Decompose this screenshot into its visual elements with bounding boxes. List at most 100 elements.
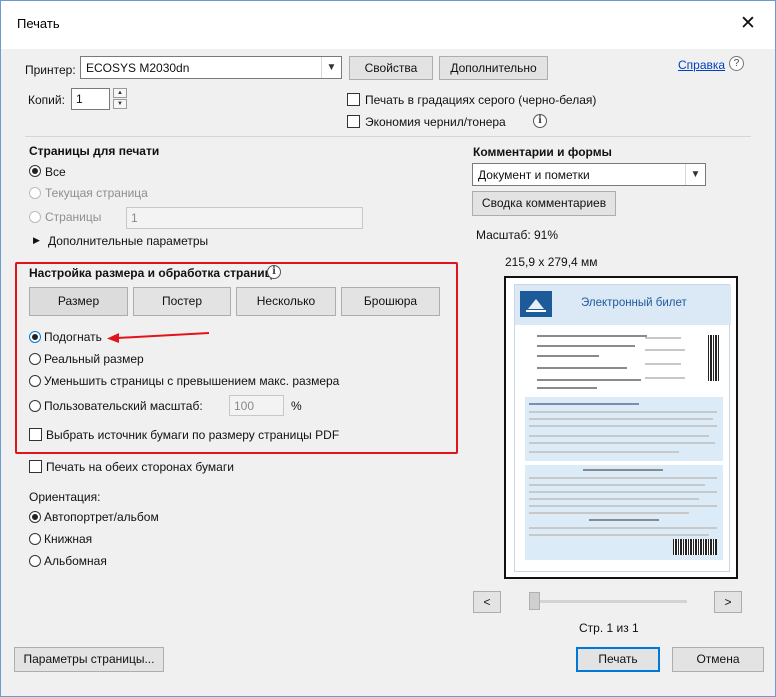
ticket-banner: Электронный билет (515, 285, 731, 325)
custom-scale-radio[interactable] (29, 400, 41, 412)
ticket-text-line (537, 335, 647, 337)
fit-radio[interactable] (29, 331, 41, 343)
pages-current-radio[interactable] (29, 187, 41, 199)
ticket-text-line (645, 363, 681, 365)
ticket-page: Электронный билет (514, 284, 731, 572)
ticket-text-line (537, 367, 627, 369)
paper-size-label: 215,9 x 279,4 мм (505, 255, 598, 269)
copies-label: Копий: (28, 93, 65, 107)
ticket-text-line (529, 491, 717, 493)
title-bar: Печать ✕ (1, 1, 775, 49)
duplex-label: Печать на обеих сторонах бумаги (46, 460, 234, 474)
red-arrow-annotation (107, 332, 210, 343)
more-options-label[interactable]: Дополнительные параметры (48, 234, 208, 248)
pages-current-label: Текущая страница (45, 186, 148, 200)
ticket-text-line (529, 498, 699, 500)
pages-range-radio[interactable] (29, 211, 41, 223)
question-circle-icon[interactable]: ? (729, 56, 744, 71)
ticket-text-line (529, 403, 639, 405)
chevron-down-icon: ▼ (685, 164, 705, 185)
grayscale-label: Печать в градациях серого (черно-белая) (365, 93, 597, 107)
next-page-button[interactable]: > (714, 591, 742, 613)
shrink-radio[interactable] (29, 375, 41, 387)
ticket-text-line (537, 379, 641, 381)
comments-heading: Комментарии и формы (473, 145, 612, 159)
copies-input[interactable]: 1 (71, 88, 110, 110)
orientation-heading: Ориентация: (29, 490, 101, 504)
tab-multiple[interactable]: Несколько (236, 287, 336, 316)
ticket-text-line (645, 337, 681, 339)
printer-select[interactable]: ECOSYS M2030dn ▼ (80, 56, 342, 79)
comments-summary-button[interactable]: Сводка комментариев (472, 191, 616, 216)
cancel-button[interactable]: Отмена (672, 647, 764, 672)
paper-source-checkbox[interactable] (29, 428, 42, 441)
print-button[interactable]: Печать (576, 647, 660, 672)
expand-triangle-icon[interactable]: ▶ (33, 235, 40, 246)
fit-label: Подогнать (44, 330, 102, 344)
tab-poster[interactable]: Постер (133, 287, 231, 316)
ticket-text-line (583, 469, 663, 471)
comments-select-value: Документ и пометки (478, 168, 590, 182)
orientation-landscape-radio[interactable] (29, 555, 41, 567)
printer-label: Принтер: (25, 63, 76, 77)
ticket-title: Электронный билет (581, 297, 687, 309)
custom-scale-label: Пользовательский масштаб: (44, 399, 203, 413)
pages-heading: Страницы для печати (29, 144, 160, 158)
pages-range-input[interactable]: 1 (126, 207, 363, 229)
info-icon[interactable]: i (533, 114, 547, 128)
percent-label: % (291, 399, 302, 413)
ticket-text-line (645, 349, 685, 351)
custom-scale-input[interactable]: 100 (229, 395, 284, 416)
shrink-label: Уменьшить страницы с превышением макс. р… (44, 374, 340, 388)
ticket-text-line (537, 387, 597, 389)
actual-size-label: Реальный размер (44, 352, 144, 366)
sizing-heading: Настройка размера и обработка страниц (29, 266, 272, 280)
pages-range-label: Страницы (45, 210, 102, 224)
ticket-text-line (529, 512, 689, 514)
page-setup-button[interactable]: Параметры страницы... (14, 647, 164, 672)
chevron-down-icon: ▼ (321, 57, 341, 78)
paper-source-label: Выбрать источник бумаги по размеру стран… (46, 428, 340, 442)
pages-all-radio[interactable] (29, 165, 41, 177)
advanced-button[interactable]: Дополнительно (439, 56, 548, 80)
duplex-checkbox[interactable] (29, 460, 42, 473)
ship-logo-icon (526, 299, 546, 312)
actual-size-radio[interactable] (29, 353, 41, 365)
ticket-text-line (529, 442, 715, 444)
ticket-text-line (529, 527, 717, 529)
save-ink-checkbox[interactable] (347, 115, 360, 128)
window-title: Печать (17, 16, 60, 31)
help-link[interactable]: Справка (678, 58, 725, 72)
orientation-portrait-label: Книжная (44, 532, 93, 546)
ticket-text-line (537, 345, 635, 347)
orientation-auto-label: Автопортрет/альбом (44, 510, 159, 524)
ticket-logo (520, 291, 552, 317)
orientation-portrait-radio[interactable] (29, 533, 41, 545)
close-icon[interactable]: ✕ (733, 11, 763, 37)
printer-select-value: ECOSYS M2030dn (86, 61, 190, 75)
page-slider-track[interactable] (529, 600, 687, 603)
ticket-text-line (529, 435, 709, 437)
tab-booklet[interactable]: Брошюра (341, 287, 440, 316)
orientation-landscape-label: Альбомная (44, 554, 107, 568)
prev-page-button[interactable]: < (473, 591, 501, 613)
page-indicator: Стр. 1 из 1 (579, 621, 639, 635)
ticket-text-line (529, 411, 717, 413)
comments-select[interactable]: Документ и пометки ▼ (472, 163, 706, 186)
properties-button[interactable]: Свойства (349, 56, 433, 80)
grayscale-checkbox[interactable] (347, 93, 360, 106)
ticket-text-line (529, 451, 679, 453)
ticket-barcode (673, 539, 717, 555)
tab-size[interactable]: Размер (29, 287, 128, 316)
pages-all-label: Все (45, 165, 66, 179)
ticket-barcode (708, 335, 720, 381)
ticket-text-line (529, 534, 709, 536)
page-slider-thumb[interactable] (529, 592, 540, 610)
info-icon[interactable]: i (267, 265, 281, 279)
ticket-text-line (589, 519, 659, 521)
orientation-auto-radio[interactable] (29, 511, 41, 523)
ticket-text-line (529, 418, 713, 420)
ticket-text-line (645, 377, 685, 379)
copies-increment-icon[interactable]: ▲ (113, 88, 127, 98)
copies-decrement-icon[interactable]: ▼ (113, 99, 127, 109)
